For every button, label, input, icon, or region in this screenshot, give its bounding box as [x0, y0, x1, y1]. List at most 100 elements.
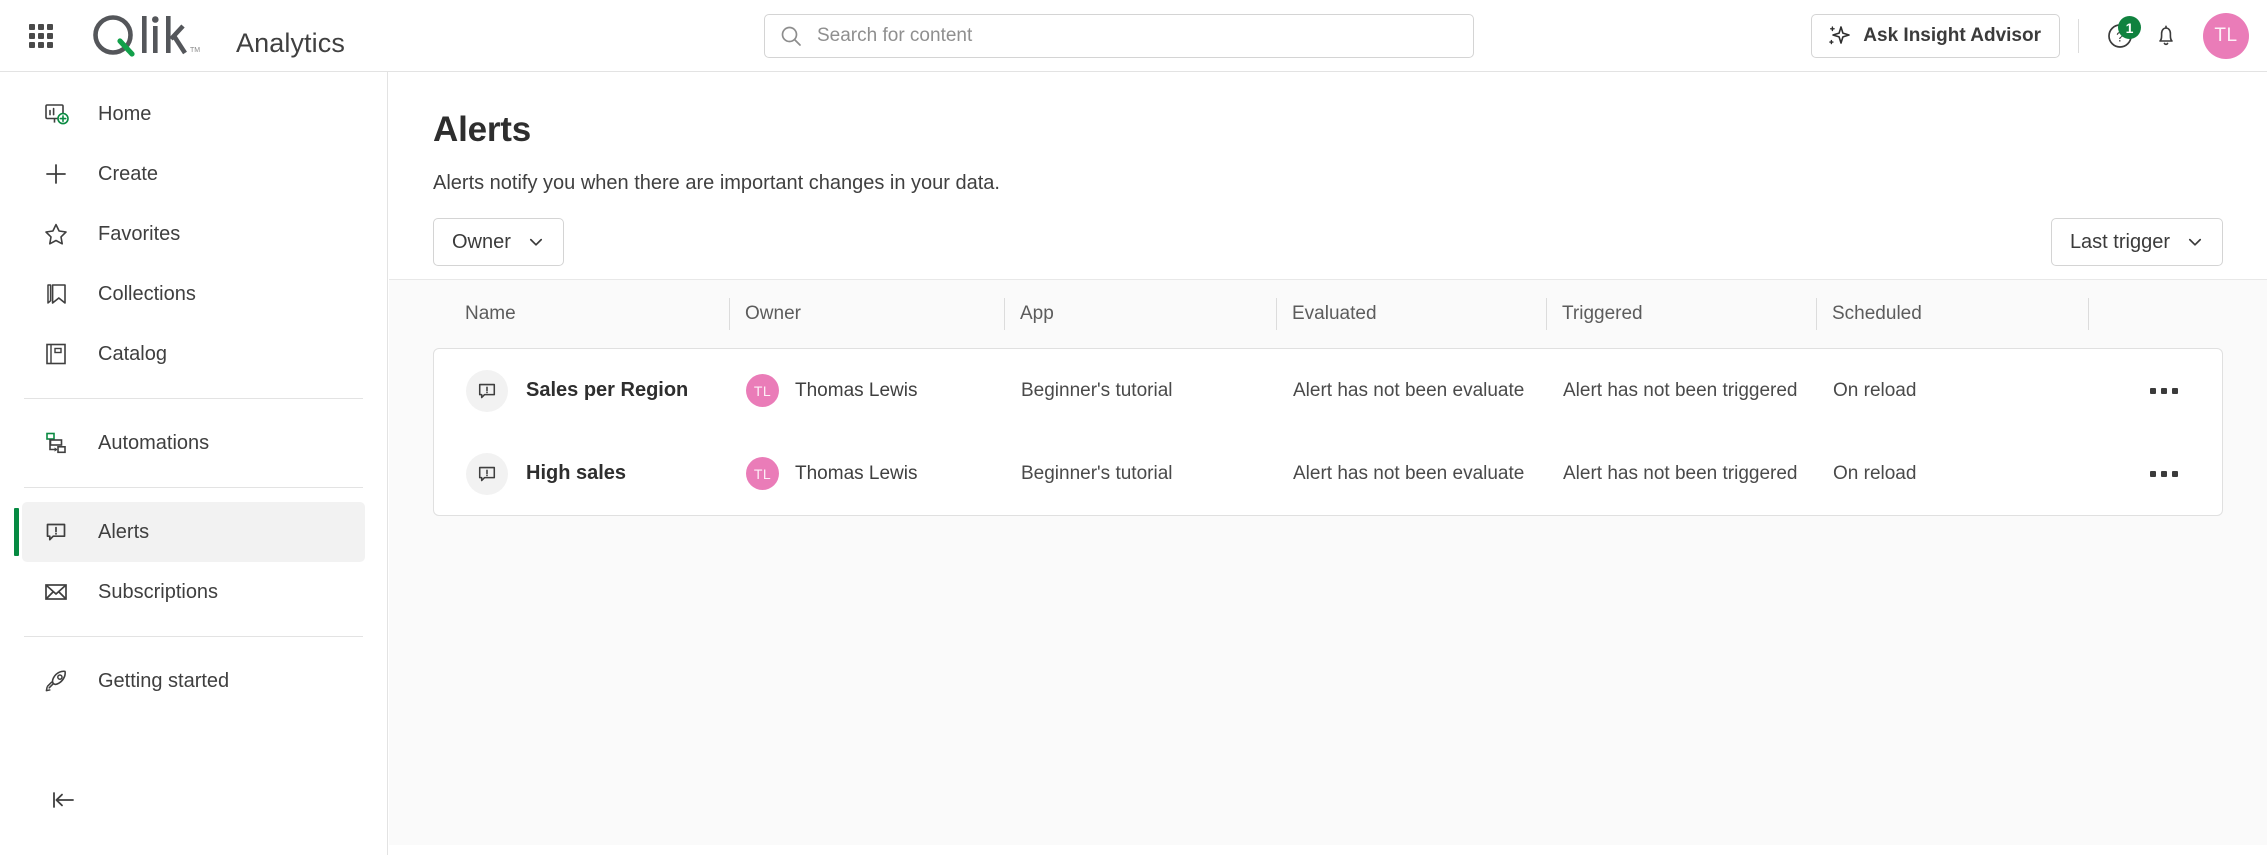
column-header-evaluated[interactable]: Evaluated: [1276, 296, 1546, 332]
cell-triggered: Alert has not been triggered: [1547, 380, 1817, 402]
avatar-initials: TL: [754, 383, 771, 399]
sidebar-item-alerts[interactable]: Alerts: [22, 502, 365, 562]
sidebar-item-label: Subscriptions: [98, 581, 218, 604]
search-bar[interactable]: [764, 14, 1474, 58]
page-header: Alerts Alerts notify you when there are …: [389, 72, 2267, 279]
owner-name: Thomas Lewis: [795, 463, 918, 485]
avatar-initials: TL: [2214, 25, 2237, 47]
main-content: Alerts Alerts notify you when there are …: [389, 72, 2267, 855]
svg-text:TM: TM: [190, 47, 200, 54]
home-chart-icon: [36, 100, 76, 128]
sidebar-item-create[interactable]: Create: [22, 144, 365, 204]
notifications-button[interactable]: [2143, 13, 2189, 59]
top-bar: TM Analytics Ask Insight Advisor ? 1: [0, 0, 2267, 72]
search-icon: [779, 24, 803, 48]
book-icon: [36, 340, 76, 368]
cell-owner: TL Thomas Lewis: [730, 457, 1005, 490]
ask-insight-advisor-button[interactable]: Ask Insight Advisor: [1811, 14, 2060, 58]
sidebar-divider: [24, 636, 363, 637]
help-button[interactable]: ? 1: [2097, 13, 2143, 59]
cell-scheduled: On reload: [1817, 380, 2089, 402]
cell-triggered: Alert has not been triggered: [1547, 463, 1817, 485]
avatar: TL: [746, 374, 779, 407]
cell-name[interactable]: High sales: [450, 453, 730, 495]
owner-filter-dropdown[interactable]: Owner: [433, 218, 564, 266]
sidebar-divider: [24, 487, 363, 488]
cell-actions: [2089, 367, 2223, 415]
sidebar-item-favorites[interactable]: Favorites: [22, 204, 365, 264]
sidebar-item-label: Favorites: [98, 223, 180, 246]
rocket-icon: [36, 667, 76, 695]
collapse-sidebar-button[interactable]: [42, 779, 84, 821]
plus-icon: [36, 160, 76, 188]
filter-toolbar: Owner Last trigger: [433, 231, 2223, 279]
kebab-menu-icon[interactable]: [2140, 450, 2188, 498]
page-subtitle: Alerts notify you when there are importa…: [433, 172, 2223, 195]
star-icon: [36, 220, 76, 248]
owner-name: Thomas Lewis: [795, 380, 918, 402]
sidebar-divider: [24, 398, 363, 399]
alert-bubble-icon: [466, 453, 508, 495]
cell-owner: TL Thomas Lewis: [730, 374, 1005, 407]
sidebar-item-home[interactable]: Home: [22, 84, 365, 144]
cell-scheduled: On reload: [1817, 463, 2089, 485]
owner-filter-label: Owner: [452, 231, 511, 254]
page-title: Alerts: [433, 110, 2223, 150]
cell-app: Beginner's tutorial: [1005, 380, 1277, 402]
alert-name: Sales per Region: [526, 379, 688, 402]
table-header-row: Name Owner App Evaluated Triggered Sched…: [433, 280, 2223, 348]
sidebar-item-label: Create: [98, 163, 158, 186]
sparkle-icon: [1826, 23, 1852, 49]
bell-icon: [2152, 22, 2180, 50]
chevron-down-icon: [527, 233, 545, 251]
sidebar-item-subscriptions[interactable]: Subscriptions: [22, 562, 365, 622]
column-header-app[interactable]: App: [1004, 296, 1276, 332]
toolbar-divider: [2078, 19, 2079, 53]
sidebar-item-label: Automations: [98, 432, 209, 455]
column-header-owner[interactable]: Owner: [729, 296, 1004, 332]
alert-bubble-icon: [466, 370, 508, 412]
qlik-logo-icon: TM: [90, 13, 214, 59]
cell-app: Beginner's tutorial: [1005, 463, 1277, 485]
chevron-down-icon: [2186, 233, 2204, 251]
sidebar: Home Create Favorites Collections: [0, 72, 388, 855]
envelope-icon: [36, 578, 76, 606]
sidebar-item-catalog[interactable]: Catalog: [22, 324, 365, 384]
sort-label: Last trigger: [2070, 231, 2170, 254]
app-grid-icon: [29, 24, 53, 48]
product-name: Analytics: [236, 28, 345, 59]
sort-dropdown[interactable]: Last trigger: [2051, 218, 2223, 266]
user-avatar[interactable]: TL: [2203, 13, 2249, 59]
cell-evaluated: Alert has not been evaluate: [1277, 380, 1547, 402]
alert-bubble-icon: [36, 518, 76, 546]
sidebar-item-label: Getting started: [98, 670, 229, 693]
sidebar-item-collections[interactable]: Collections: [22, 264, 365, 324]
sidebar-item-automations[interactable]: Automations: [22, 413, 365, 473]
help-badge: 1: [2118, 16, 2141, 39]
top-bar-actions: Ask Insight Advisor ? 1 TL: [1811, 0, 2249, 72]
column-header-triggered[interactable]: Triggered: [1546, 296, 1816, 332]
automation-icon: [36, 429, 76, 457]
alerts-table-card: Sales per Region TL Thomas Lewis Beginne…: [433, 348, 2223, 516]
qlik-logo[interactable]: TM Analytics: [90, 13, 345, 59]
sidebar-item-label: Catalog: [98, 343, 167, 366]
avatar: TL: [746, 457, 779, 490]
kebab-menu-icon[interactable]: [2140, 367, 2188, 415]
app-grid-button[interactable]: [18, 13, 64, 59]
table-row[interactable]: Sales per Region TL Thomas Lewis Beginne…: [434, 349, 2222, 432]
alerts-table-region: Name Owner App Evaluated Triggered Sched…: [389, 279, 2267, 845]
avatar-initials: TL: [754, 466, 771, 482]
search-input[interactable]: [817, 25, 1459, 47]
sidebar-item-label: Collections: [98, 283, 196, 306]
sidebar-item-label: Home: [98, 103, 151, 126]
table-row[interactable]: High sales TL Thomas Lewis Beginner's tu…: [434, 432, 2222, 515]
cell-actions: [2089, 450, 2223, 498]
alert-name: High sales: [526, 462, 626, 485]
cell-name[interactable]: Sales per Region: [450, 370, 730, 412]
column-header-name[interactable]: Name: [449, 296, 729, 332]
ask-insight-advisor-label: Ask Insight Advisor: [1863, 25, 2041, 47]
sidebar-item-getting-started[interactable]: Getting started: [22, 651, 365, 711]
column-header-scheduled[interactable]: Scheduled: [1816, 296, 2088, 332]
collapse-left-icon: [48, 785, 78, 815]
sidebar-item-label: Alerts: [98, 521, 149, 544]
